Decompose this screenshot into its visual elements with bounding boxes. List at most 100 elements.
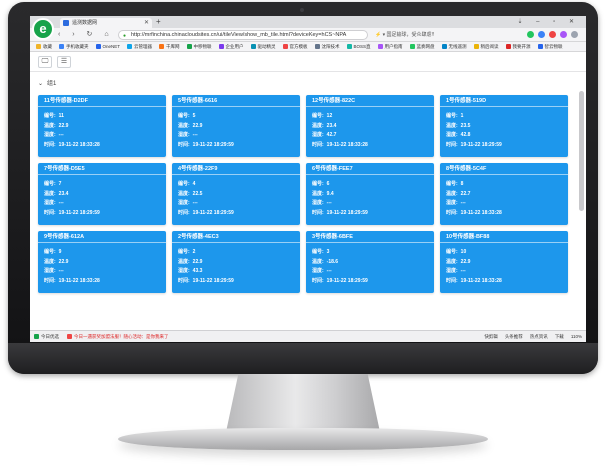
sensor-field-humidity: 湿度: ---: [44, 131, 160, 141]
bookmark-item[interactable]: 企业用户: [218, 44, 244, 50]
sensor-field-temp: 温度: 23.5: [446, 122, 562, 132]
bookmark-item[interactable]: 无线遥测: [441, 43, 467, 50]
sensor-field-time: 时间: 19-11-22 18:33:28: [44, 141, 160, 151]
sensor-field-id: 编号: 10: [446, 248, 562, 258]
bookmark-item[interactable]: 官方模板: [282, 44, 308, 50]
tray-item[interactable]: 热点资讯: [530, 334, 548, 340]
bookmark-item[interactable]: 收藏: [36, 44, 52, 50]
sensor-field-humidity: 湿度: ---: [446, 199, 562, 209]
tray-item[interactable]: 110%: [571, 334, 582, 340]
bookmark-item[interactable]: 稍后阅读: [473, 43, 499, 50]
nav-buttons[interactable]: ‹ › ↻ ⌂: [58, 28, 114, 42]
field-value: 22.9: [58, 122, 69, 129]
sensor-card[interactable]: 6号传感器-FEE7 编号: 6 温度: 9.4 湿度: --- 时间: 19-11-22 18…: [306, 163, 434, 225]
bookmark-label: OneNET: [102, 44, 121, 49]
bookmark-icon: [314, 44, 320, 49]
sensor-name: 12号传感器-822C: [306, 95, 434, 107]
menu-icon[interactable]: [571, 31, 578, 38]
field-value: 10: [460, 249, 467, 255]
sensor-card[interactable]: 5号传感器-6616 编号: 5 温度: 22.9 湿度: --- 时间: 19-11-22 1…: [172, 95, 300, 157]
field-value: ---: [58, 132, 64, 138]
field-label: 湿度:: [44, 132, 56, 138]
new-tab-button[interactable]: +: [156, 16, 161, 28]
list-view-button[interactable]: ☰: [57, 55, 71, 68]
bookmark-item[interactable]: 中移物联: [186, 44, 212, 50]
bookmark-icon: [250, 44, 256, 49]
extension-icon[interactable]: [549, 31, 556, 38]
field-label: 时间:: [446, 209, 458, 216]
bookmark-icon: [127, 44, 133, 49]
bookmark-item[interactable]: BOSS直: [346, 44, 371, 50]
extension-icon[interactable]: [538, 31, 545, 38]
url-input[interactable]: ● http://mrfinchina.chinacloudsites.cn/u…: [118, 30, 368, 40]
address-news[interactable]: ⚡ ▾ 国足输球，受众肆虐!!: [375, 28, 434, 42]
window-controls[interactable]: ⇣ – ▫ ✕: [517, 16, 580, 28]
sensor-field-id: 编号: 9: [44, 248, 160, 258]
tray-item[interactable]: 下载: [555, 334, 564, 340]
sensor-fields: 编号: 11 温度: 22.9 湿度: --- 时间: 19-11-22 18:33:28: [38, 107, 166, 150]
close-icon[interactable]: ✕: [144, 18, 149, 28]
taskbar-news[interactable]: 今日一遇获奖加盟法服！随心活动：是你我来了: [67, 334, 169, 340]
bookmark-icon: [346, 44, 352, 49]
field-value: 19-11-22 18:29:59: [192, 209, 234, 216]
field-value: 22.9: [192, 122, 203, 129]
bookmark-icon: [537, 44, 543, 49]
bookmark-item[interactable]: 云管理器: [127, 44, 152, 50]
sensor-card[interactable]: 7号传感器-D5E5 编号: 7 温度: 23.4 湿度: --- 时间: 19-11-22 1…: [38, 163, 166, 225]
group-header[interactable]: ⌄ 组1: [38, 77, 570, 91]
sensor-field-temp: 温度: 23.4: [44, 190, 160, 200]
bookmark-item[interactable]: 用户指南: [377, 44, 403, 50]
taskbar: 今日优选 今日一遇获奖加盟法服！随心活动：是你我来了 快剪辑 头条推荐 热点资讯 下载…: [30, 330, 586, 342]
bookmark-item[interactable]: 沈阳技术: [314, 44, 340, 50]
sensor-field-humidity: 湿度: 42.7: [312, 131, 428, 141]
field-label: 温度:: [178, 190, 190, 197]
bookmark-label: 稍后阅读: [480, 43, 499, 49]
sensor-name: 10号传感器-BF88: [440, 231, 568, 243]
field-label: 温度:: [446, 190, 458, 197]
browser-logo-icon: e: [32, 18, 54, 40]
sensor-card[interactable]: 11号传感器-D2DF 编号: 11 温度: 22.9 湿度: --- 时间: 19-11-22…: [38, 95, 166, 157]
sensor-card[interactable]: 1号传感器-519D 编号: 1 温度: 23.5 湿度: 42.8 时间: 19-11-22 …: [440, 95, 568, 157]
monitor-stand: [226, 374, 380, 432]
tray-item[interactable]: 快剪辑: [484, 334, 498, 340]
field-value: 42.7: [326, 132, 337, 138]
bookmark-item[interactable]: 千库网: [159, 44, 180, 50]
bookmark-label: 无线遥测: [448, 43, 467, 49]
field-value: 9.4: [326, 190, 334, 197]
bookmark-item[interactable]: 我要开源: [505, 44, 531, 50]
sensor-field-humidity: 湿度: ---: [178, 131, 294, 141]
field-label: 湿度:: [446, 268, 458, 274]
field-value: ---: [460, 268, 466, 274]
bookmark-icon: [377, 44, 383, 49]
chevron-down-icon[interactable]: ⌄: [38, 77, 43, 91]
monitor-chin: [8, 343, 598, 374]
extension-icon[interactable]: [560, 31, 567, 38]
bookmark-item[interactable]: 蓝奏网盘: [409, 43, 435, 50]
page-toolbar: 🖵 ☰: [30, 52, 586, 72]
field-label: 湿度:: [44, 268, 56, 274]
sensor-card[interactable]: 8号传感器-5C4F 编号: 8 温度: 22.7 湿度: --- 时间: 19-11-22 1…: [440, 163, 568, 225]
tray-item[interactable]: 头条推荐: [505, 334, 523, 340]
bookmark-label: 蓝奏网盘: [416, 43, 435, 49]
bookmark-item[interactable]: 驱动精灵: [250, 44, 276, 50]
sensor-card[interactable]: 10号传感器-BF88 编号: 10 温度: 22.9 湿度: --- 时间: 19-11-22…: [440, 231, 568, 293]
sensor-card[interactable]: 2号传感器-4EC3 编号: 2 温度: 22.9 湿度: 43.3 时间: 19-11-22 …: [172, 231, 300, 293]
sensor-card[interactable]: 3号传感器-6BFE 编号: 3 温度: -18.6 湿度: --- 时间: 19-11-22 …: [306, 231, 434, 293]
field-label: 时间:: [312, 141, 324, 148]
bookmark-item[interactable]: 手机收藏夹: [59, 44, 89, 50]
taskbar-start[interactable]: 今日优选: [34, 334, 59, 340]
monitor-view-button[interactable]: 🖵: [38, 55, 52, 68]
bookmark-item[interactable]: 智云物联: [537, 44, 563, 50]
sensor-card[interactable]: 12号传感器-822C 编号: 12 温度: 23.4 湿度: 42.7 时间: 19-11-2…: [306, 95, 434, 157]
sensor-card[interactable]: 9号传感器-612A 编号: 9 温度: 22.9 湿度: --- 时间: 19-11-22 1…: [38, 231, 166, 293]
extension-icon[interactable]: [527, 31, 534, 38]
sensor-card[interactable]: 4号传感器-22F9 编号: 4 温度: 22.5 湿度: --- 时间: 19-11-22 1…: [172, 163, 300, 225]
field-label: 湿度:: [178, 200, 190, 206]
sensor-fields: 编号: 12 温度: 23.4 湿度: 42.7 时间: 19-11-22 18:33:28: [306, 107, 434, 150]
scrollbar[interactable]: [579, 91, 584, 211]
sensor-field-time: 时间: 19-11-22 18:29:59: [312, 209, 428, 219]
tab-favicon-icon: [63, 20, 69, 26]
browser-tab[interactable]: 遥测数据网 ✕: [60, 18, 152, 28]
field-value: 23.4: [326, 122, 337, 129]
bookmark-item[interactable]: OneNET: [95, 44, 121, 49]
